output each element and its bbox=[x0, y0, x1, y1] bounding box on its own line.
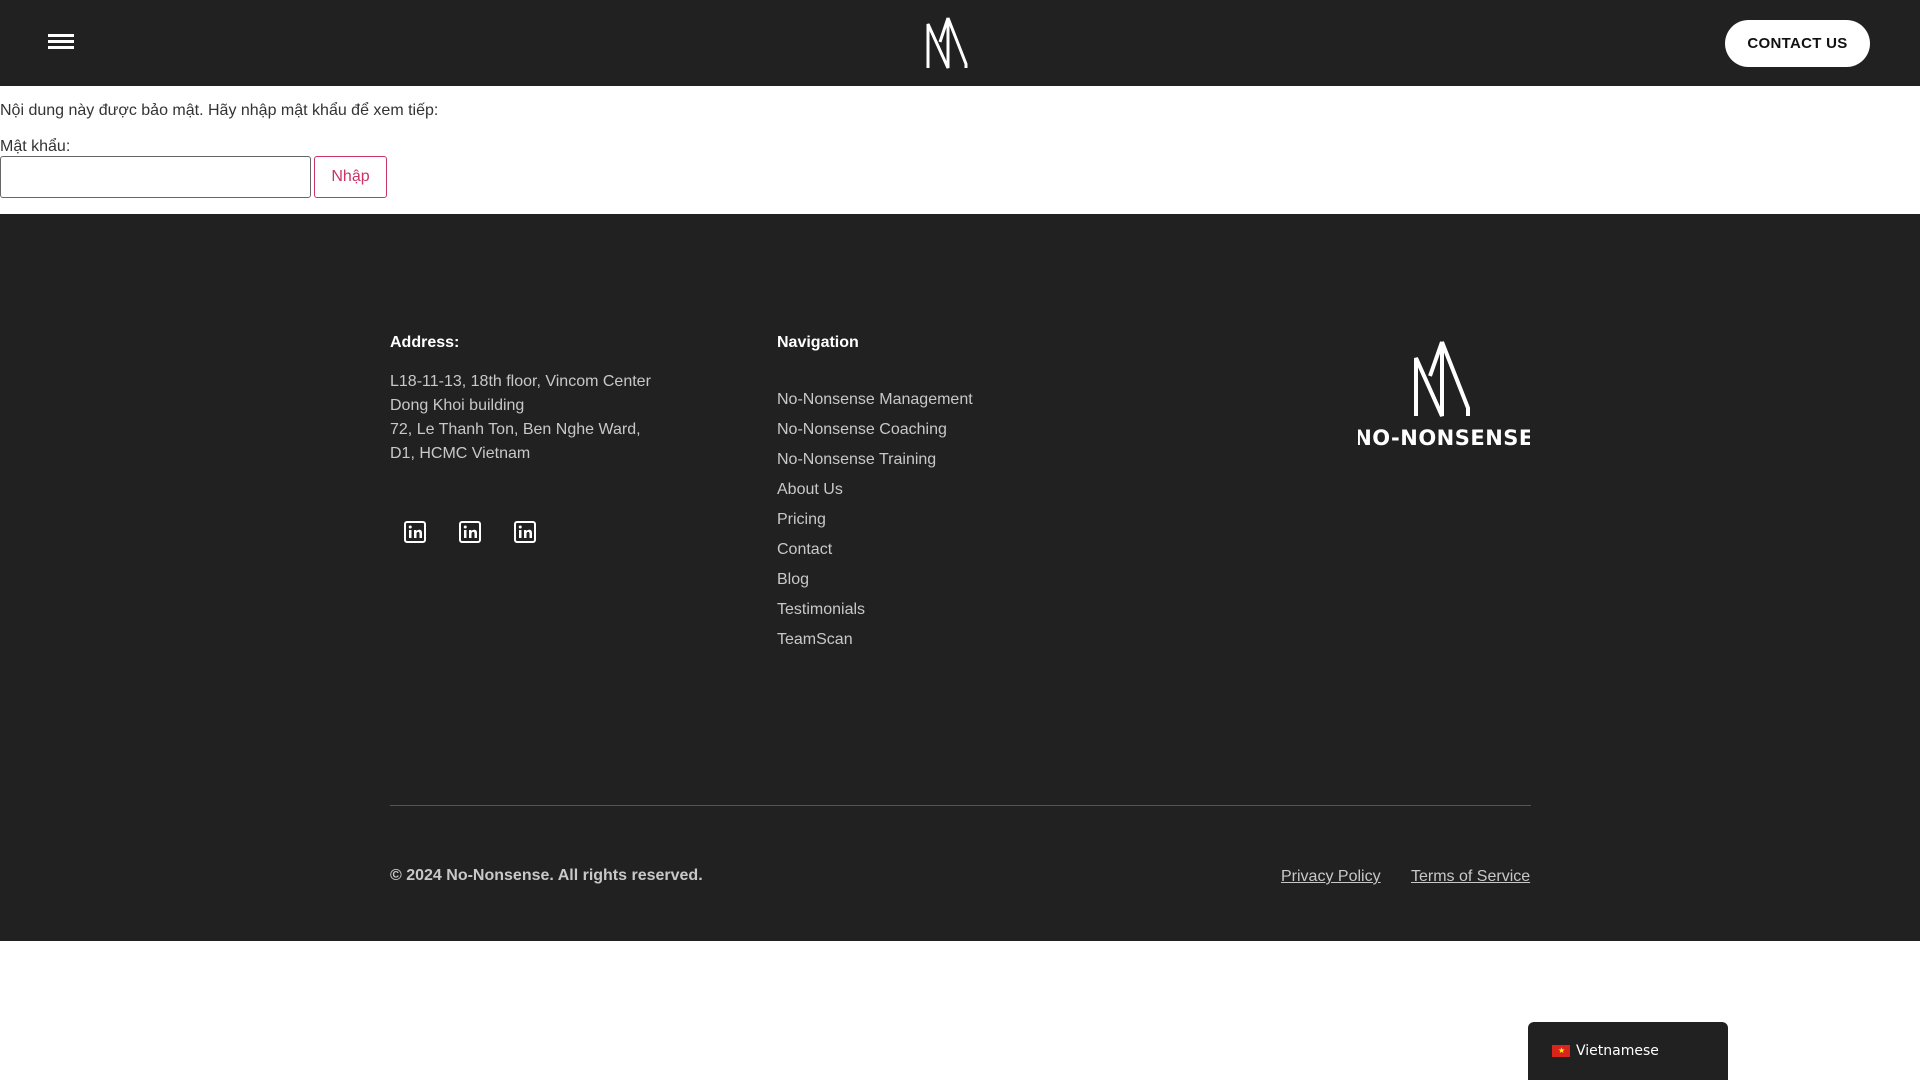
brand-logo-icon[interactable] bbox=[924, 14, 970, 70]
linkedin-icon[interactable] bbox=[510, 517, 540, 547]
nav-link-training[interactable]: No-Nonsense Training bbox=[777, 451, 973, 481]
protected-message: Nội dung này được bảo mật. Hãy nhập mật … bbox=[0, 102, 439, 119]
password-input[interactable] bbox=[0, 156, 311, 198]
nav-link-management[interactable]: No-Nonsense Management bbox=[777, 391, 973, 421]
copyright-text: © 2024 No-Nonsense. All rights reserved. bbox=[390, 867, 703, 884]
nav-link-pricing[interactable]: Pricing bbox=[777, 511, 973, 541]
language-label: Vietnamese bbox=[1576, 1043, 1659, 1059]
address-line: D1, HCMC Vietnam bbox=[390, 445, 531, 462]
nav-link-contact[interactable]: Contact bbox=[777, 541, 973, 571]
address-block: L18-11-13, 18th floor, Vincom Center Don… bbox=[390, 370, 651, 466]
footer-brand-logo: NO-NONSENSE bbox=[1358, 341, 1530, 448]
privacy-policy-link[interactable]: Privacy Policy bbox=[1281, 868, 1381, 886]
site-header: CONTACT US bbox=[0, 0, 1920, 86]
address-title: Address: bbox=[390, 334, 460, 351]
nav-link-blog[interactable]: Blog bbox=[777, 571, 973, 601]
nav-link-teamscan[interactable]: TeamScan bbox=[777, 631, 973, 661]
site-footer: Address: L18-11-13, 18th floor, Vincom C… bbox=[0, 214, 1920, 941]
terms-of-service-link[interactable]: Terms of Service bbox=[1411, 868, 1530, 886]
footer-divider bbox=[390, 805, 1531, 806]
password-label: Mật khẩu: bbox=[0, 138, 71, 155]
password-submit-button[interactable]: Nhập bbox=[314, 156, 387, 198]
linkedin-icon[interactable] bbox=[400, 517, 430, 547]
language-switcher[interactable]: ★ Vietnamese bbox=[1528, 1022, 1728, 1080]
footer-nav: No-Nonsense Management No-Nonsense Coach… bbox=[777, 391, 973, 661]
nav-link-about[interactable]: About Us bbox=[777, 481, 973, 511]
address-line: Dong Khoi building bbox=[390, 397, 525, 414]
nav-link-coaching[interactable]: No-Nonsense Coaching bbox=[777, 421, 973, 451]
address-line: L18-11-13, 18th floor, Vincom Center bbox=[390, 373, 651, 390]
contact-us-button[interactable]: CONTACT US bbox=[1725, 20, 1870, 67]
address-line: 72, Le Thanh Ton, Ben Nghe Ward, bbox=[390, 421, 641, 438]
navigation-title: Navigation bbox=[777, 334, 859, 351]
vietnam-flag-icon: ★ bbox=[1552, 1045, 1570, 1057]
menu-icon[interactable] bbox=[48, 34, 74, 54]
linkedin-icon[interactable] bbox=[455, 517, 485, 547]
brand-wordmark: NO-NONSENSE bbox=[1358, 426, 1530, 448]
nav-link-testimonials[interactable]: Testimonials bbox=[777, 601, 973, 631]
